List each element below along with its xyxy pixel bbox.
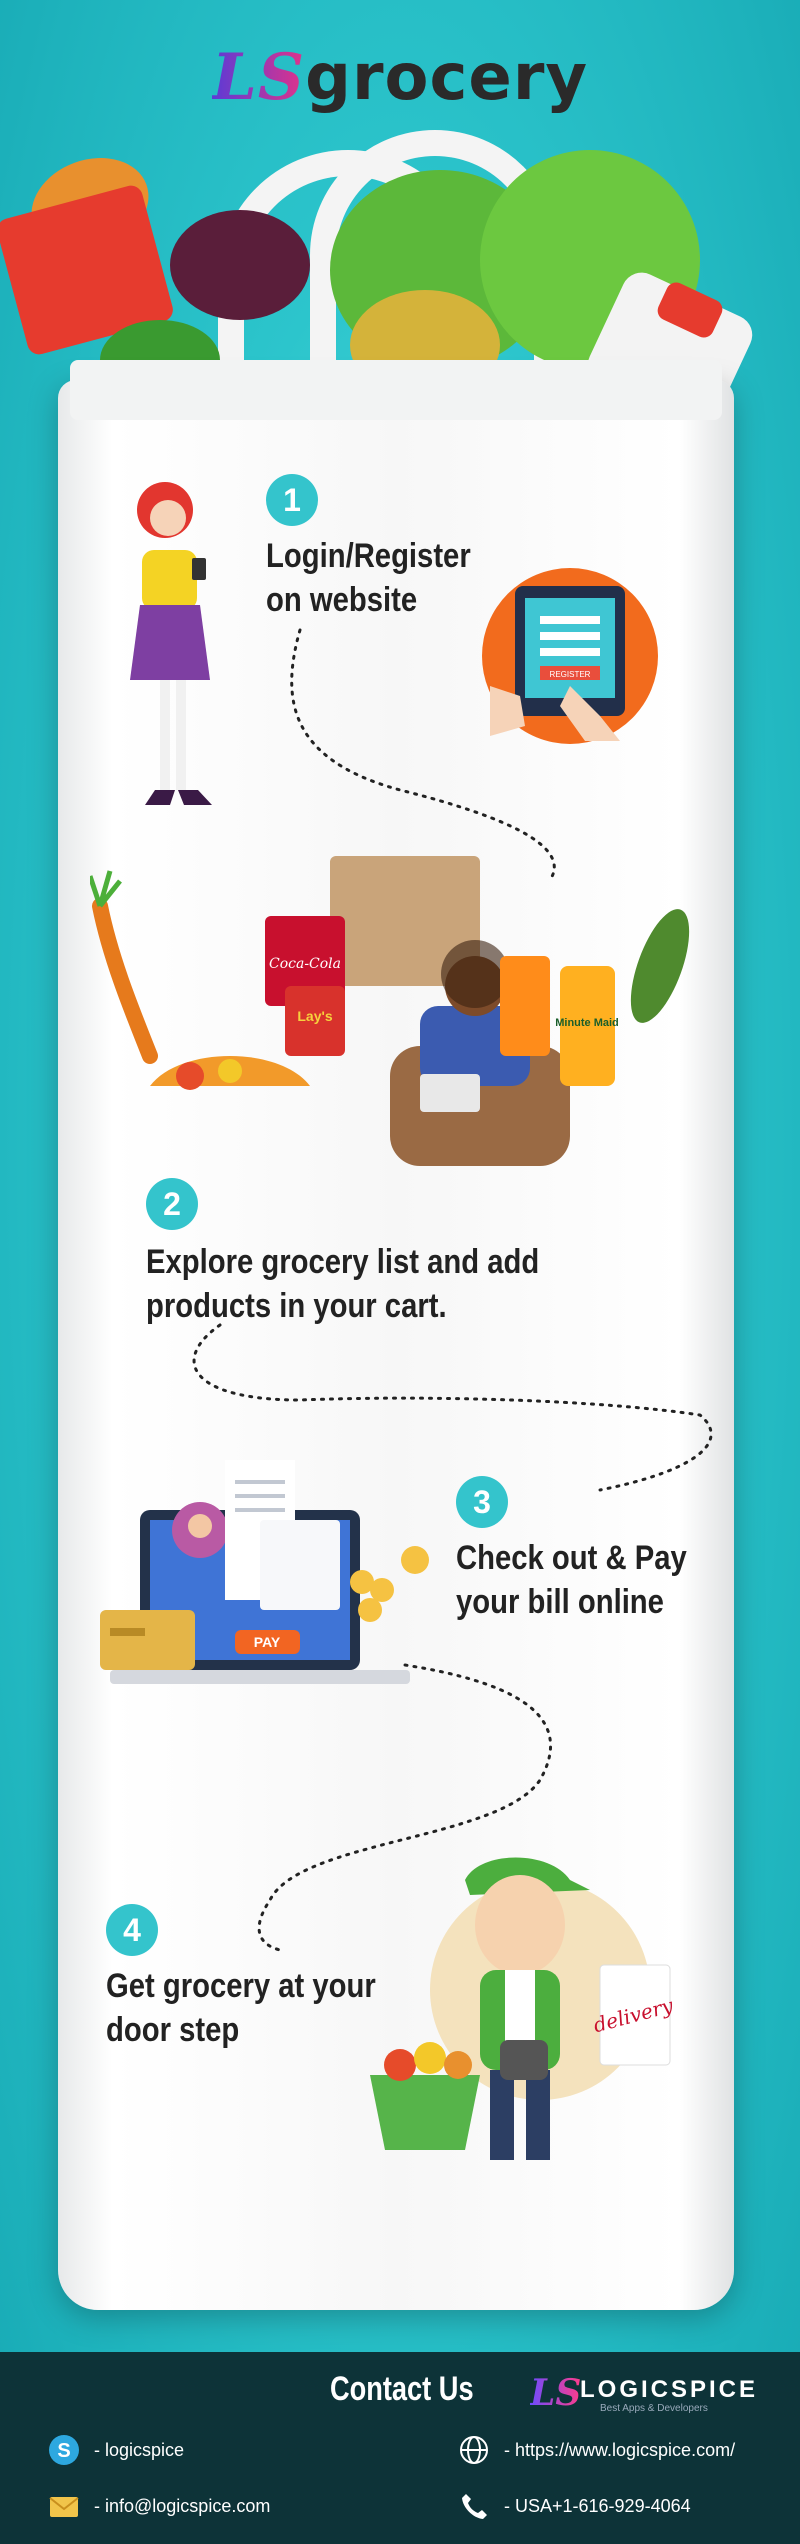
email-text: - info@logicspice.com [94,2496,271,2516]
step-4-text: Get grocery at your door step [106,1964,376,2052]
step-3-line-2: your bill online [456,1583,664,1621]
woman-with-phone-illustration [130,482,212,805]
logicspice-name: LOGICSPICE [580,2376,759,2403]
register-button-label: REGISTER [550,670,591,679]
step-1-line-1: Login/Register [266,537,471,575]
step-2-line-1: Explore grocery list and add [146,1243,540,1281]
phone-contact[interactable]: - USA+1-616-929-4064 [458,2490,758,2522]
globe-icon [460,2436,488,2464]
step-1-text: Login/Register on website [266,534,471,622]
logicspice-logo-mark: LS [530,2372,582,2414]
phone-text: - USA+1-616-929-4064 [504,2496,691,2516]
coca-cola-label: Coca-Cola [269,956,341,972]
step-4-number: 4 [106,1904,158,1956]
step-4-line-2: door step [106,2011,240,2049]
logicspice-tagline: Best Apps & Developers [600,2403,708,2414]
svg-text:S: S [57,2440,70,2462]
contact-footer: Contact Us LS LOGICSPICE Best Apps & Dev… [0,2352,800,2544]
step-2-line-2: products in your cart. [146,1287,447,1325]
email-contact[interactable]: - info@logicspice.com [48,2490,348,2522]
website-contact[interactable]: - https://www.logicspice.com/ [458,2434,778,2466]
step-3-text: Check out & Pay your bill online [456,1536,687,1624]
skype-contact[interactable]: S - logicspice [48,2434,308,2466]
step-2-text: Explore grocery list and add products in… [146,1240,539,1328]
mail-icon [49,2497,79,2517]
logicspice-brand: LS LOGICSPICE Best Apps & Developers [530,2372,780,2414]
delivery-man-illustration: delivery [370,1857,676,2160]
laptop-payment-illustration: PAY [100,1460,429,1684]
minute-maid-label: Minute Maid [555,1017,619,1029]
step-2-number: 2 [146,1178,198,1230]
contact-us-title: Contact Us [330,2370,474,2408]
explore-products-illustration: Coca-Cola Lay's Minute Maid [90,856,690,1166]
website-text: - https://www.logicspice.com/ [504,2440,736,2460]
phone-icon [462,2494,487,2519]
skype-text: - logicspice [94,2440,185,2460]
lays-label: Lay's [297,1008,332,1024]
step-1-line-2: on website [266,581,418,619]
step-3-number: 3 [456,1476,508,1528]
skype-icon: S [49,2435,79,2465]
tablet-register-illustration: REGISTER [482,568,658,744]
step-1-number: 1 [266,474,318,526]
step-4-line-1: Get grocery at your [106,1967,376,2005]
pay-button-label: PAY [254,1634,281,1650]
step-3-line-1: Check out & Pay [456,1539,687,1577]
